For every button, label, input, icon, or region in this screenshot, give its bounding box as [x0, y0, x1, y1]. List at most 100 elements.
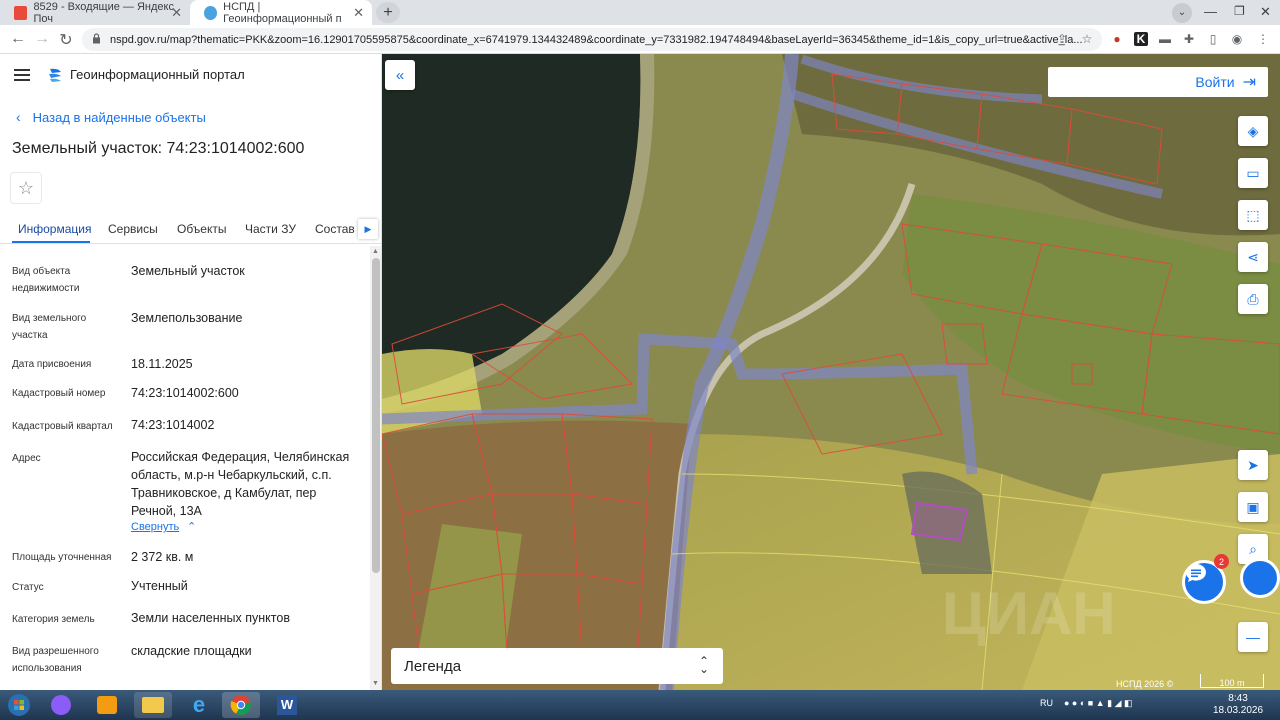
windows-logo-icon: [8, 694, 30, 716]
close-window-icon[interactable]: ✕: [1260, 4, 1271, 20]
login-label: Войти: [1195, 74, 1235, 90]
start-button[interactable]: [0, 692, 38, 718]
satellite-map: ЦИАН: [382, 54, 1280, 690]
navigation-arrow-icon: ➤: [1247, 456, 1259, 473]
scrollbar-thumb[interactable]: [372, 258, 380, 573]
share-icon[interactable]: ⇪: [1055, 32, 1069, 46]
chrome-logo-icon: [230, 695, 251, 715]
address-bar[interactable]: nspd.gov.ru/map?thematic=PKK&zoom=16.129…: [82, 28, 1102, 51]
map-scale-bar: 100 m: [1200, 674, 1264, 688]
forward-arrow-icon[interactable]: →: [32, 30, 52, 48]
portal-logo-icon: [49, 68, 61, 82]
browser-menu-icon[interactable]: ⋮: [1256, 32, 1270, 46]
field-label: Статус: [12, 582, 44, 593]
tabs-scroll-right-button[interactable]: ▶: [358, 219, 378, 239]
language-indicator[interactable]: RU: [1040, 698, 1053, 708]
close-tab-icon[interactable]: ✕: [171, 5, 182, 21]
magnifier-icon: ⌕: [1249, 540, 1257, 557]
field-label: Кадастровый номер: [12, 388, 106, 399]
browser-tab-strip: 8529 - Входящие — Яндекс Поч ✕ НСПД | Ге…: [0, 0, 1280, 25]
chevron-left-icon: ‹: [16, 109, 21, 125]
lock-icon: [93, 33, 100, 44]
legend-dropdown[interactable]: Легенда ⌃ ⌄: [391, 648, 723, 684]
mail-favicon-icon: [14, 5, 28, 20]
back-to-results-link[interactable]: ‹ Назад в найденные объекты: [16, 109, 206, 125]
maximize-icon[interactable]: ❐: [1234, 4, 1245, 18]
page-title: Земельный участок: 74:23:1014002:600: [12, 140, 305, 157]
collapse-panel-button[interactable]: «: [385, 60, 415, 90]
clock-date: 18.03.2026: [1213, 705, 1264, 716]
select-area-button[interactable]: ⬚: [1238, 200, 1268, 230]
internet-explorer-icon[interactable]: e: [180, 692, 218, 718]
address-value: Российская Федерация, Челябинская област…: [131, 450, 350, 518]
chrome-icon[interactable]: [222, 692, 260, 718]
side-panel-icon[interactable]: ▯: [1206, 32, 1220, 46]
print-button[interactable]: ⎙: [1238, 284, 1268, 314]
assistant-button[interactable]: [1240, 558, 1280, 598]
new-tab-button[interactable]: +: [376, 2, 400, 23]
field-value: 74:23:1014002: [131, 418, 215, 432]
browser-tab-nspd[interactable]: НСПД | Геоинформационный п ✕: [190, 0, 372, 25]
profile-icon[interactable]: ◉: [1230, 32, 1244, 46]
tab-objects[interactable]: Объекты: [177, 222, 227, 236]
chevron-up-icon[interactable]: ⌃: [187, 520, 196, 533]
bookmark-star-icon[interactable]: ☆: [1080, 32, 1094, 46]
favorite-star-button[interactable]: ☆: [10, 172, 42, 204]
status-value: Учтенный: [131, 579, 188, 593]
ruler-icon: ▭: [1246, 164, 1260, 181]
chat-icon: [1186, 564, 1206, 582]
word-icon[interactable]: W: [268, 692, 306, 718]
minus-icon: —: [1246, 629, 1260, 645]
field-value: складские площадки: [131, 644, 252, 658]
field-label: Кадастровый квартал: [12, 421, 113, 432]
map-copyright: НСПД 2026 ©: [1116, 679, 1174, 689]
panel-scrollbar[interactable]: ▲ ▼: [370, 246, 381, 690]
menu-icon[interactable]: [14, 69, 30, 81]
layers-button[interactable]: ◈: [1238, 116, 1268, 146]
reload-icon[interactable]: ↻: [56, 30, 76, 50]
field-value: 74:23:1014002:600: [131, 386, 239, 400]
field-label: Адрес: [12, 453, 41, 464]
field-value: Земельный участок: [131, 264, 245, 278]
zoom-out-button[interactable]: —: [1238, 622, 1268, 652]
locate-button[interactable]: ➤: [1238, 450, 1268, 480]
tab-parts[interactable]: Части ЗУ: [245, 222, 296, 236]
extension-icon[interactable]: ●: [1110, 32, 1124, 46]
alice-assistant-icon[interactable]: [42, 692, 80, 718]
media-player-icon[interactable]: [88, 692, 126, 718]
cian-watermark: ЦИАН: [942, 580, 1116, 647]
k-extension-icon[interactable]: K: [1134, 32, 1148, 46]
field-value: 2 372 кв. м: [131, 550, 194, 564]
field-label: Категория земель: [12, 614, 95, 625]
scroll-down-icon[interactable]: ▼: [372, 680, 379, 687]
field-value: Землепользование: [131, 311, 243, 325]
extensions-puzzle-icon[interactable]: ✚: [1182, 32, 1196, 46]
field-label: Дата присвоения: [12, 359, 92, 370]
scroll-up-icon[interactable]: ▲: [372, 248, 379, 255]
tab-information[interactable]: Информация: [18, 222, 91, 236]
tab-search-icon[interactable]: ⌄: [1172, 3, 1192, 23]
system-clock[interactable]: 8:43 18.03.2026: [1213, 693, 1263, 717]
measure-button[interactable]: ▭: [1238, 158, 1268, 188]
field-label: Площадь уточненная: [12, 552, 112, 563]
basemap-button[interactable]: ▣: [1238, 492, 1268, 522]
minimize-icon[interactable]: —: [1204, 4, 1217, 19]
share-icon: ⋖: [1247, 248, 1259, 265]
hat-extension-icon[interactable]: ▬: [1158, 32, 1172, 46]
back-arrow-icon[interactable]: ←: [8, 30, 28, 48]
close-tab-icon[interactable]: ✕: [353, 5, 364, 21]
select-area-icon: ⬚: [1246, 206, 1260, 223]
collapse-address-link[interactable]: Свернуть: [131, 521, 179, 533]
sort-chevrons-icon: ⌃ ⌄: [698, 654, 709, 676]
file-explorer-icon[interactable]: [134, 692, 172, 718]
clock-time: 8:43: [1228, 693, 1248, 704]
basemap-icon: ▣: [1246, 498, 1260, 515]
tab-services[interactable]: Сервисы: [108, 222, 158, 236]
tab-composition[interactable]: Состав: [315, 222, 355, 236]
tray-icons[interactable]: ● ● ◐ ■ ▲ ▮ ◢ ◧: [1064, 698, 1133, 709]
share-map-button[interactable]: ⋖: [1238, 242, 1268, 272]
login-button[interactable]: Войти ⇥: [1048, 67, 1268, 97]
selected-parcel[interactable]: [910, 501, 969, 542]
map-canvas[interactable]: ЦИАН « Войти ⇥ ◈ ▭ ⬚ ⋖ ⎙ ➤ ▣ ⌕ — 2 Леген…: [382, 54, 1280, 690]
browser-tab-mail[interactable]: 8529 - Входящие — Яндекс Поч ✕: [0, 0, 190, 25]
